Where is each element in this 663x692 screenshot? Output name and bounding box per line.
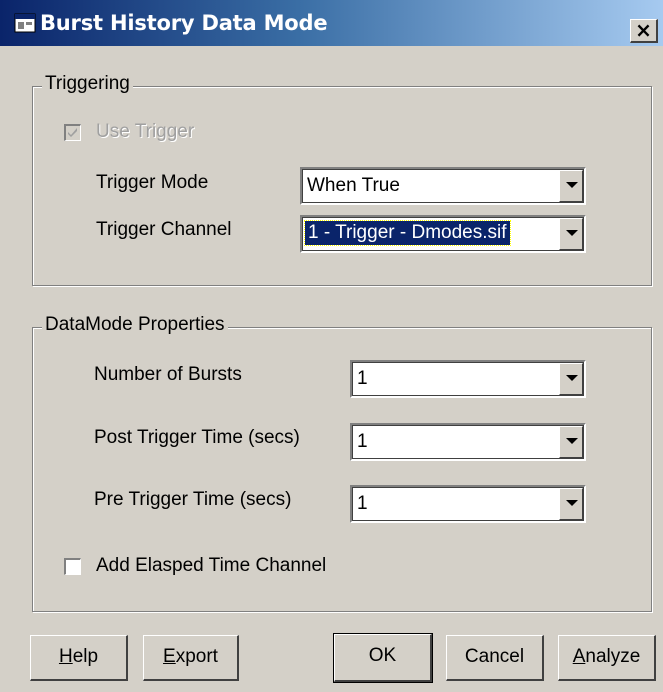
number-of-bursts-select[interactable]: 1 [350,360,586,398]
use-trigger-label: Use Trigger [96,121,195,142]
help-label: elp [72,646,99,667]
checkmark-icon [68,128,77,137]
trigger-channel-value: 1 - Trigger - Dmodes.sif [304,220,511,246]
trigger-mode-label: Trigger Mode [96,172,209,193]
analyze-mnemonic: A [572,646,586,667]
trigger-mode-value: When True [307,175,400,196]
add-elapsed-time-label: Add Elasped Time Channel [96,555,327,576]
cancel-button[interactable]: Cancel [446,635,544,681]
number-of-bursts-label: Number of Bursts [94,364,242,385]
help-button[interactable]: Help [30,635,128,681]
app-icon [14,13,36,33]
trigger-mode-select[interactable]: When True [300,167,586,205]
pre-trigger-time-value: 1 [357,493,368,514]
pre-trigger-time-label: Pre Trigger Time (secs) [94,489,292,510]
trigger-channel-label: Trigger Channel [96,219,232,240]
trigger-channel-select[interactable]: 1 - Trigger - Dmodes.sif [300,215,586,253]
chevron-down-icon[interactable] [559,218,583,250]
number-of-bursts-value: 1 [357,368,368,389]
ok-button[interactable]: OK [333,633,433,683]
chevron-down-icon[interactable] [559,488,583,520]
datamode-properties-legend: DataMode Properties [42,314,228,336]
chevron-down-icon[interactable] [559,426,583,458]
pre-trigger-time-select[interactable]: 1 [350,485,586,523]
post-trigger-time-label: Post Trigger Time (secs) [94,427,300,448]
title-bar: Burst History Data Mode × [0,0,663,46]
add-elapsed-time-checkbox[interactable] [64,558,81,575]
export-label: xport [175,646,218,667]
window-title: Burst History Data Mode [40,11,328,35]
cancel-label: Cancel [464,646,525,667]
chevron-down-icon[interactable] [559,170,583,202]
help-mnemonic: H [58,646,73,667]
ok-label: OK [368,645,397,666]
close-icon: × [635,18,652,42]
post-trigger-time-value: 1 [357,431,368,452]
export-button[interactable]: Export [143,635,239,681]
analyze-label: nalyze [585,646,641,667]
triggering-legend: Triggering [42,73,133,95]
export-mnemonic: E [163,646,176,667]
use-trigger-checkbox[interactable] [64,124,81,141]
close-button[interactable]: × [630,19,658,43]
chevron-down-icon[interactable] [559,363,583,395]
post-trigger-time-select[interactable]: 1 [350,423,586,461]
analyze-button[interactable]: Analyze [558,635,656,681]
